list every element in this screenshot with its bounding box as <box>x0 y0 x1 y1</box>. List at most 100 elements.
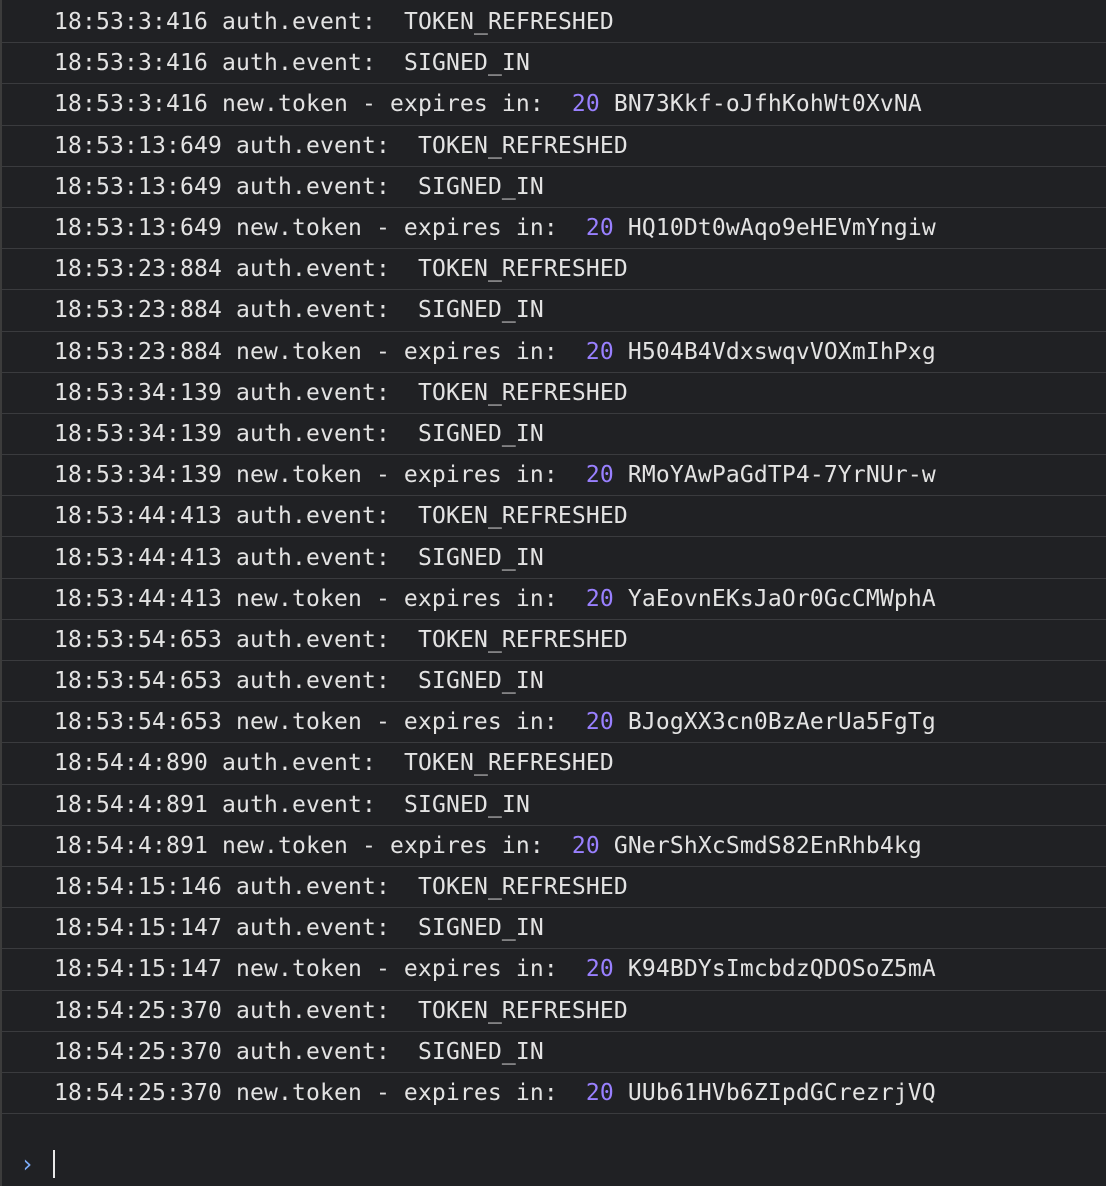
log-token-value: HQ10Dt0wAqo9eHEVmYngiw <box>627 215 936 242</box>
log-label: auth.event: <box>235 626 390 653</box>
log-timestamp: 18:53:54:653 <box>54 709 222 736</box>
log-label: auth.event: <box>235 874 390 901</box>
console-log-row[interactable]: 18:54:4:891 auth.event: SIGNED_IN <box>2 785 1106 826</box>
log-label: auth.event: <box>235 915 390 942</box>
log-event-value: SIGNED_IN <box>417 173 544 200</box>
console-log-row[interactable]: 18:54:25:370 auth.event: TOKEN_REFRESHED <box>2 991 1106 1032</box>
log-expires-number: 20 <box>571 832 600 859</box>
console-log-row[interactable]: 18:53:13:649 new.token - expires in: 20 … <box>2 208 1106 250</box>
log-label: new.token - expires in: <box>235 709 558 736</box>
log-event-value: TOKEN_REFRESHED <box>417 132 628 159</box>
log-label: auth.event: <box>235 379 390 406</box>
log-label: new.token - expires in: <box>221 832 544 859</box>
log-timestamp: 18:53:23:884 <box>54 297 222 324</box>
log-timestamp: 18:53:54:653 <box>54 626 222 653</box>
log-token-value: BJogXX3cn0BzAerUa5FgTg <box>627 709 936 736</box>
log-label: auth.event: <box>235 297 390 324</box>
console-log-row[interactable]: 18:53:3:416 auth.event: SIGNED_IN <box>2 43 1106 85</box>
log-timestamp: 18:54:25:370 <box>54 1038 222 1065</box>
log-label: new.token - expires in: <box>235 338 558 365</box>
console-log-row[interactable]: 18:53:3:416 auth.event: TOKEN_REFRESHED <box>2 2 1106 44</box>
log-event-value: SIGNED_IN <box>417 915 544 942</box>
log-label: new.token - expires in: <box>235 956 558 983</box>
console-log-row[interactable]: 18:53:34:139 new.token - expires in: 20 … <box>2 455 1106 497</box>
console-log-row[interactable]: 18:53:23:884 auth.event: TOKEN_REFRESHED <box>2 249 1106 291</box>
log-event-value: SIGNED_IN <box>417 1038 544 1065</box>
log-timestamp: 18:53:13:649 <box>54 215 222 242</box>
log-event-value: TOKEN_REFRESHED <box>417 997 628 1024</box>
console-log-row[interactable]: 18:54:25:370 new.token - expires in: 20 … <box>2 1073 1106 1115</box>
log-timestamp: 18:53:44:413 <box>54 544 222 571</box>
log-label: auth.event: <box>235 173 390 200</box>
log-timestamp: 18:54:15:147 <box>54 915 222 942</box>
log-timestamp: 18:54:4:890 <box>54 750 208 777</box>
log-expires-number: 20 <box>585 338 614 365</box>
log-token-value: H504B4VdxswqvVOXmIhPxg <box>627 338 936 365</box>
console-log-row[interactable]: 18:54:25:370 auth.event: SIGNED_IN <box>2 1032 1106 1073</box>
log-timestamp: 18:54:25:370 <box>54 1079 222 1106</box>
console-log-row[interactable]: 18:53:44:413 new.token - expires in: 20 … <box>2 579 1106 620</box>
text-caret[interactable] <box>53 1150 55 1178</box>
console-log-row[interactable]: 18:53:23:884 new.token - expires in: 20 … <box>2 332 1106 373</box>
log-label: auth.event: <box>221 50 376 77</box>
log-event-value: TOKEN_REFRESHED <box>417 256 628 283</box>
log-expires-number: 20 <box>585 709 614 736</box>
log-expires-number: 20 <box>585 215 614 242</box>
log-event-value: SIGNED_IN <box>417 668 544 695</box>
log-label: new.token - expires in: <box>221 91 544 118</box>
console-log-row[interactable]: 18:53:54:653 auth.event: SIGNED_IN <box>2 661 1106 703</box>
log-event-value: TOKEN_REFRESHED <box>403 9 614 36</box>
console-log-row[interactable]: 18:53:13:649 auth.event: TOKEN_REFRESHED <box>2 126 1106 167</box>
console-log-row[interactable]: 18:54:4:890 auth.event: TOKEN_REFRESHED <box>2 743 1106 785</box>
log-timestamp: 18:53:44:413 <box>54 503 222 530</box>
log-timestamp: 18:53:44:413 <box>54 585 222 612</box>
log-event-value: SIGNED_IN <box>417 420 544 447</box>
log-timestamp: 18:54:15:147 <box>54 956 222 983</box>
log-timestamp: 18:53:3:416 <box>54 91 208 118</box>
log-label: new.token - expires in: <box>235 585 558 612</box>
log-timestamp: 18:53:34:139 <box>54 420 222 447</box>
log-expires-number: 20 <box>585 956 614 983</box>
log-label: auth.event: <box>221 750 376 777</box>
console-log-row[interactable]: 18:54:4:891 new.token - expires in: 20 G… <box>2 826 1106 867</box>
log-event-value: SIGNED_IN <box>417 544 544 571</box>
log-token-value: RMoYAwPaGdTP4-7YrNUr-w <box>627 462 936 489</box>
console-log-row[interactable]: 18:53:44:413 auth.event: TOKEN_REFRESHED <box>2 496 1106 538</box>
log-event-value: SIGNED_IN <box>403 50 530 77</box>
log-label: auth.event: <box>235 256 390 283</box>
log-label: new.token - expires in: <box>235 1079 558 1106</box>
log-token-value: BN73Kkf-oJfhKohWt0XvNA <box>613 91 922 118</box>
log-timestamp: 18:53:23:884 <box>54 338 222 365</box>
log-label: auth.event: <box>235 503 390 530</box>
console-log-row[interactable]: 18:53:34:139 auth.event: TOKEN_REFRESHED <box>2 373 1106 414</box>
console-prompt[interactable]: › <box>2 1144 1106 1184</box>
console-log-row[interactable]: 18:54:15:147 auth.event: SIGNED_IN <box>2 908 1106 950</box>
console-log-row[interactable]: 18:53:3:416 new.token - expires in: 20 B… <box>2 84 1106 126</box>
console-log-row[interactable]: 18:53:23:884 auth.event: SIGNED_IN <box>2 290 1106 332</box>
console-log-row[interactable]: 18:53:54:653 auth.event: TOKEN_REFRESHED <box>2 620 1106 661</box>
log-label: auth.event: <box>235 420 390 447</box>
log-token-value: GNerShXcSmdS82EnRhb4kg <box>613 832 922 859</box>
log-timestamp: 18:53:3:416 <box>54 50 208 77</box>
chevron-right-icon: › <box>20 1150 35 1178</box>
console-log-row[interactable]: 18:54:15:146 auth.event: TOKEN_REFRESHED <box>2 867 1106 909</box>
log-timestamp: 18:54:4:891 <box>54 791 208 818</box>
console-log-list: 18:53:3:416 auth.event: TOKEN_REFRESHED 1… <box>2 2 1106 1115</box>
log-event-value: TOKEN_REFRESHED <box>417 503 628 530</box>
console-log-row[interactable]: 18:53:13:649 auth.event: SIGNED_IN <box>2 167 1106 208</box>
log-timestamp: 18:53:13:649 <box>54 173 222 200</box>
console-log-row[interactable]: 18:53:34:139 auth.event: SIGNED_IN <box>2 414 1106 456</box>
console-log-row[interactable]: 18:53:44:413 auth.event: SIGNED_IN <box>2 537 1106 579</box>
log-label: auth.event: <box>235 544 390 571</box>
log-expires-number: 20 <box>585 1079 614 1106</box>
log-timestamp: 18:53:34:139 <box>54 462 222 489</box>
log-expires-number: 20 <box>585 585 614 612</box>
log-expires-number: 20 <box>571 91 600 118</box>
console-panel: 18:53:3:416 auth.event: TOKEN_REFRESHED 1… <box>0 0 1106 1186</box>
log-label: new.token - expires in: <box>235 215 558 242</box>
log-timestamp: 18:53:3:416 <box>54 9 208 36</box>
console-log-row[interactable]: 18:53:54:653 new.token - expires in: 20 … <box>2 702 1106 744</box>
log-event-value: TOKEN_REFRESHED <box>417 379 628 406</box>
log-expires-number: 20 <box>585 462 614 489</box>
console-log-row[interactable]: 18:54:15:147 new.token - expires in: 20 … <box>2 949 1106 991</box>
